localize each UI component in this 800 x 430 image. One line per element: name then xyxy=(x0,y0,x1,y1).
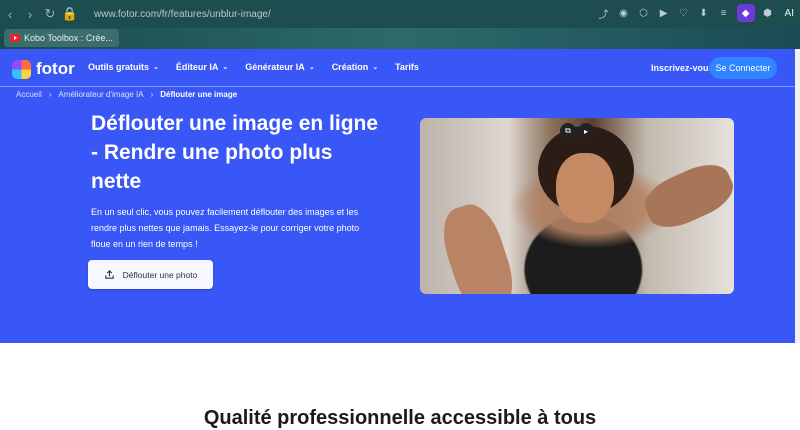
menu-item-ai-generator[interactable]: Générateur IA ⌄ xyxy=(245,62,314,72)
breadcrumb: Accueil › Améliorateur d'image IA › Défl… xyxy=(16,90,237,99)
features-section: Qualité professionnelle accessible à tou… xyxy=(0,343,800,429)
cta-label: Déflouter une photo xyxy=(122,269,198,280)
header-divider xyxy=(0,86,800,87)
play-icon[interactable]: ▶ xyxy=(657,6,671,20)
unblur-photo-button[interactable]: Déflouter une photo xyxy=(88,260,213,289)
chevron-down-icon: ⌄ xyxy=(222,64,229,71)
demo-photo: ⧉ ▸ xyxy=(420,118,734,294)
address-bar[interactable]: www.fotor.com/fr/features/unblur-image/ xyxy=(94,9,271,20)
signup-link[interactable]: Inscrivez-vous xyxy=(651,63,714,73)
forward-icon[interactable]: › xyxy=(20,4,40,24)
chevron-down-icon: ⌄ xyxy=(153,64,159,71)
reload-icon[interactable]: ↻ xyxy=(40,4,60,24)
download-icon[interactable]: ⬇ xyxy=(697,6,711,20)
ai-button[interactable]: AI xyxy=(785,8,794,19)
page-title: Déflouter une image en ligne - Rendre un… xyxy=(91,112,379,193)
breadcrumb-current: Déflouter une image xyxy=(160,90,238,99)
hero-section: fotor Outils gratuits ⌄ Éditeur IA ⌄ Génér… xyxy=(0,49,800,343)
chevron-right-icon: › xyxy=(150,90,154,99)
camera-icon[interactable]: ◉ xyxy=(617,6,631,20)
breadcrumb-home[interactable]: Accueil xyxy=(16,90,42,99)
photo-left-arm xyxy=(434,198,522,294)
menu-item-ai-editor[interactable]: Éditeur IA ⌄ xyxy=(176,62,228,72)
chevron-down-icon: ⌄ xyxy=(372,64,379,71)
breadcrumb-enhancer[interactable]: Améliorateur d'image IA xyxy=(58,90,143,99)
chevron-down-icon: ⌄ xyxy=(308,64,315,71)
photo-face xyxy=(556,153,614,223)
heart-icon[interactable]: ♡ xyxy=(677,6,691,20)
section-title: Qualité professionnelle accessible à tou… xyxy=(203,407,597,429)
menu-item-pricing[interactable]: Tarifs xyxy=(395,62,419,72)
lock-icon: 🔒 xyxy=(61,6,79,21)
compare-icon[interactable]: ⧉ xyxy=(560,123,576,139)
logo-icon xyxy=(12,59,31,79)
bookmarks-bar: Kobo Toolbox : Crée... xyxy=(0,28,800,49)
bookmark-kobo[interactable]: Kobo Toolbox : Crée... xyxy=(4,29,119,47)
site-header: fotor Outils gratuits ⌄ Éditeur IA ⌄ Génér… xyxy=(0,49,800,87)
back-icon[interactable]: ‹ xyxy=(0,4,20,24)
upload-icon xyxy=(104,270,114,279)
share-icon[interactable]: ⤴ xyxy=(597,6,611,21)
menu-icon[interactable]: ≡ xyxy=(717,6,731,20)
logo-text: fotor xyxy=(36,59,75,78)
menu-item-creation[interactable]: Création ⌄ xyxy=(332,62,378,72)
youtube-icon xyxy=(10,34,20,42)
browser-toolbar: ‹ › ↻ 🔒 www.fotor.com/fr/features/unblur… xyxy=(0,0,800,28)
shield-icon[interactable]: ⬡ xyxy=(637,6,651,20)
profile-icon[interactable]: ◆ xyxy=(736,4,755,22)
chevron-right-icon: › xyxy=(48,90,52,99)
photo-right-arm xyxy=(638,155,734,237)
cube-icon[interactable]: ⬢ xyxy=(761,6,775,20)
menu-item-free-tools[interactable]: Outils gratuits ⌄ xyxy=(88,62,159,72)
bookmark-label: Kobo Toolbox : Crée... xyxy=(24,33,113,43)
video-icon[interactable]: ▸ xyxy=(578,123,594,139)
main-menu: Outils gratuits ⌄ Éditeur IA ⌄ Générateur … xyxy=(88,62,419,72)
fotor-logo[interactable]: fotor xyxy=(12,59,75,79)
page-scrollbar[interactable] xyxy=(795,49,800,343)
login-button[interactable]: Se Connecter xyxy=(709,57,777,79)
hero-description: En un seul clic, vous pouvez facilement … xyxy=(91,207,360,249)
